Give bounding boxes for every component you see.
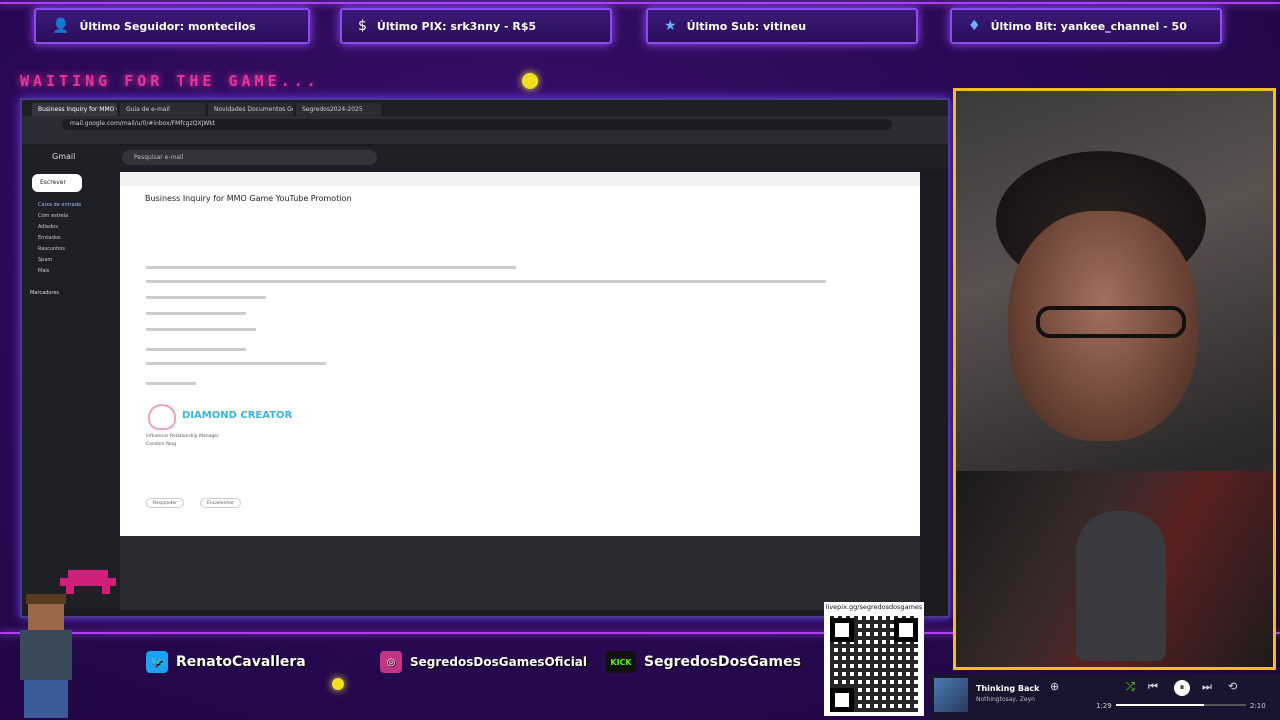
nav-inbox[interactable]: Caixa de entrada [38, 202, 81, 208]
invader-block [66, 586, 74, 594]
screen-capture: Business Inquiry for MMO Ga Guia de e-ma… [20, 98, 950, 618]
gmail-header: Gmail Pesquisar e-mail [22, 146, 948, 170]
instagram-name: SegredosDosGamesOficial [410, 655, 588, 669]
browser-tab[interactable]: Segredos2024-2025 [296, 103, 381, 116]
twitter-name: RenatoCavallera [176, 654, 306, 670]
pixel-avatar-body [20, 630, 72, 680]
nav-starred[interactable]: Com estrela [38, 213, 68, 219]
labels-header: Marcadores [30, 290, 59, 296]
compose-button[interactable]: Escrever [32, 174, 82, 192]
person-icon: 👤 [52, 18, 70, 34]
total-time: 2:10 [1250, 702, 1266, 710]
webcam-feed [953, 88, 1276, 670]
webcam-glasses [1036, 306, 1186, 338]
email-body-line [146, 312, 246, 315]
yellow-star-decoration [332, 678, 344, 690]
nav-drafts[interactable]: Rascunhos [38, 246, 65, 252]
forward-button[interactable]: Encaminhar [200, 498, 241, 508]
last-follower-bar: 👤 Último Seguidor: montecilos [34, 8, 310, 44]
email-toolbar [120, 172, 920, 186]
qr-corner [830, 688, 854, 712]
url-field[interactable]: mail.google.com/mail/u/0/#inbox/FMfcgzQX… [62, 118, 892, 130]
dollar-icon: $ [358, 18, 367, 34]
add-icon[interactable]: ⊕ [1050, 680, 1059, 693]
yellow-star-decoration [522, 73, 538, 89]
progress-fill [1116, 704, 1205, 706]
email-body-line [146, 382, 196, 385]
qr-url: livepix.gg/segredosdosgames [825, 603, 923, 611]
last-follower-label: Último Seguidor: montecilos [79, 19, 256, 33]
diamond-creator-logo-icon [148, 404, 176, 430]
address-bar: mail.google.com/mail/u/0/#inbox/FMfcgzQX… [22, 116, 948, 132]
music-player: Thinking Back Nothingtosay, Zeyn ⊕ ⤮ ⏮ ⏸… [930, 674, 1280, 720]
twitter-handle: 🐦 RenatoCavallera [146, 648, 306, 676]
email-body-line [146, 362, 326, 365]
pixel-avatar-legs [24, 680, 68, 718]
invader-block [102, 586, 110, 594]
livepix-qr-code: livepix.gg/segredosdosgames [824, 602, 924, 716]
signature-role: Influencer Relationship Manager [146, 434, 219, 439]
gmail-logo[interactable]: Gmail [52, 152, 75, 161]
pause-icon[interactable]: ⏸ [1174, 680, 1190, 696]
current-time: 1:29 [1096, 702, 1112, 710]
repeat-icon[interactable]: ⟲ [1228, 680, 1237, 693]
bookmarks-bar [22, 132, 948, 144]
nav-more[interactable]: Mais [38, 268, 49, 274]
nav-spam[interactable]: Spam [38, 257, 52, 263]
email-view: Business Inquiry for MMO Game YouTube Pr… [120, 172, 920, 536]
email-body-line [146, 266, 516, 269]
email-body-line [146, 348, 246, 351]
last-sub-bar: ★ Último Sub: vitineu [646, 8, 918, 44]
last-bit-label: Último Bit: yankee_channel - 50 [990, 19, 1187, 33]
instagram-icon: ◎ [380, 651, 402, 673]
last-sub-label: Último Sub: vitineu [686, 19, 807, 33]
previous-icon[interactable]: ⏮ [1148, 680, 1158, 694]
email-subject: Business Inquiry for MMO Game YouTube Pr… [145, 194, 352, 203]
gmail-sidebar: Escrever Caixa de entrada Com estrela Ad… [22, 170, 120, 610]
browser-tab[interactable]: Business Inquiry for MMO Ga [32, 103, 117, 116]
waiting-text: WAITING FOR THE GAME... [20, 72, 320, 90]
space-invader-decoration [60, 566, 116, 596]
email-body-line [146, 296, 266, 299]
email-body-line [146, 280, 826, 283]
last-pix-bar: $ Último PIX: srk3nny - R$5 [340, 8, 612, 44]
instagram-handle: ◎ SegredosDosGamesOficial [380, 648, 587, 676]
microphone [1076, 511, 1166, 661]
reply-button[interactable]: Responder [146, 498, 184, 508]
pixel-avatar-hair [26, 594, 66, 604]
signature-name: Candice Yang [146, 442, 177, 447]
track-artist: Nothingtosay, Zeyn [976, 696, 1035, 703]
browser-tab[interactable]: Guia de e-mail [120, 103, 205, 116]
shuffle-icon[interactable]: ⤮ [1126, 680, 1135, 694]
star-icon: ★ [664, 18, 677, 34]
diamond-icon: ♦ [968, 18, 981, 34]
track-title: Thinking Back [976, 684, 1040, 693]
invader-block [60, 578, 116, 586]
pixel-avatar [6, 594, 86, 720]
neon-line-top [0, 2, 1280, 4]
gmail-search-input[interactable]: Pesquisar e-mail [122, 150, 377, 165]
qr-corner [830, 618, 854, 642]
album-cover [934, 678, 968, 712]
last-pix-label: Último PIX: srk3nny - R$5 [376, 19, 537, 33]
nav-sent[interactable]: Enviados [38, 235, 61, 241]
progress-bar[interactable] [1116, 704, 1246, 706]
browser-tab-strip: Business Inquiry for MMO Ga Guia de e-ma… [22, 100, 948, 116]
gmail-empty-area [120, 536, 920, 610]
diamond-creator-logo-text: DIAMOND CREATOR [182, 410, 293, 421]
qr-corner [894, 618, 918, 642]
kick-name: SegredosDosGames [644, 654, 801, 670]
next-icon[interactable]: ⏭ [1202, 680, 1212, 694]
browser-tab[interactable]: Novidades Documentos Google [208, 103, 293, 116]
twitter-icon: 🐦 [146, 651, 168, 673]
last-bit-bar: ♦ Último Bit: yankee_channel - 50 [950, 8, 1222, 44]
kick-icon: KICK [606, 651, 636, 673]
email-body-line [146, 328, 256, 331]
nav-snoozed[interactable]: Adiados [38, 224, 58, 230]
kick-handle: KICK SegredosDosGames [606, 648, 801, 676]
